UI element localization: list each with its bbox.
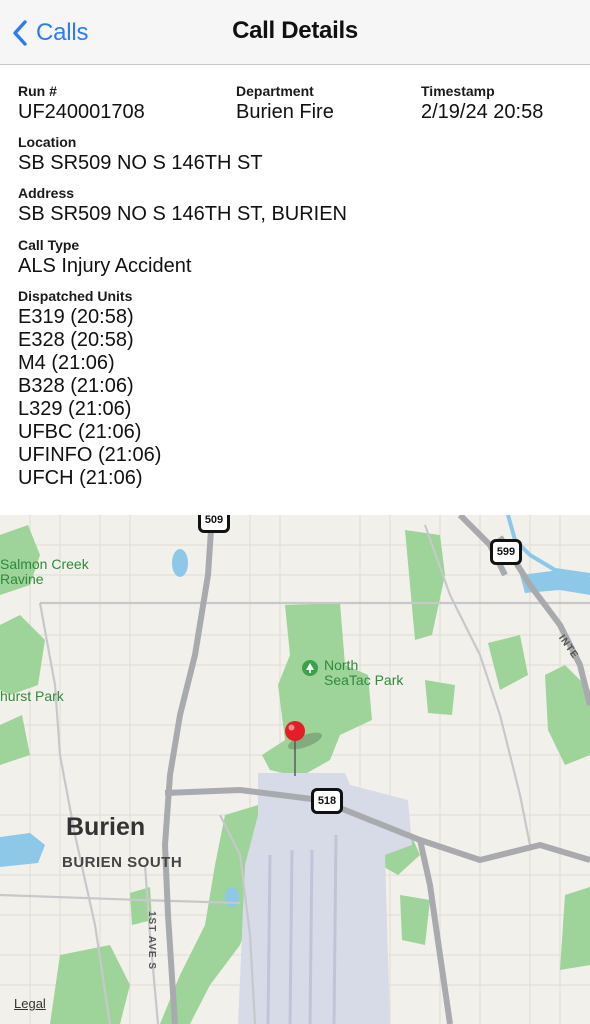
- map-label-north-seatac-park: North SeaTac Park: [324, 657, 404, 688]
- map-label-hurst-park: hurst Park: [0, 688, 64, 704]
- run-number-value: UF240001708: [18, 101, 145, 123]
- map-label-burien: Burien: [66, 813, 146, 841]
- run-number-label: Run #: [18, 83, 57, 99]
- department-label: Department: [236, 83, 314, 99]
- navigation-bar: Calls Call Details: [0, 0, 590, 65]
- map-label-1st-ave-s: 1ST AVE S: [146, 911, 157, 971]
- call-details-panel: Run # UF240001708 Department Burien Fire…: [0, 66, 590, 515]
- call-type-value: ALS Injury Accident: [18, 255, 192, 277]
- dispatched-unit: L329 (21:06): [18, 398, 132, 420]
- page-title: Call Details: [232, 17, 358, 44]
- call-type-label: Call Type: [18, 237, 80, 253]
- dispatched-unit: UFCH (21:06): [18, 467, 143, 489]
- location-value: SB SR509 NO S 146TH ST: [18, 152, 263, 174]
- dispatched-unit: UFINFO (21:06): [18, 444, 162, 466]
- timestamp-label: Timestamp: [421, 83, 495, 99]
- map-label-burien-south: BURIEN SOUTH: [62, 854, 183, 871]
- dispatched-unit: E328 (20:58): [18, 329, 134, 351]
- map-view[interactable]: 509 599 518 Salmon Creek Ravine hurst Pa…: [0, 515, 590, 1024]
- timestamp-field: Timestamp 2/19/24 20:58: [421, 83, 543, 124]
- route-shield-icon: 509: [198, 515, 230, 533]
- department-value: Burien Fire: [236, 101, 334, 123]
- legal-link[interactable]: Legal: [14, 996, 46, 1011]
- dispatched-units-label: Dispatched Units: [18, 288, 133, 304]
- timestamp-value: 2/19/24 20:58: [421, 101, 544, 123]
- dispatched-unit: B328 (21:06): [18, 375, 134, 397]
- dispatched-unit: E319 (20:58): [18, 306, 134, 328]
- address-label: Address: [18, 185, 75, 201]
- dispatched-unit: M4 (21:06): [18, 352, 115, 374]
- dispatched-units-field: Dispatched Units E319 (20:58) E328 (20:5…: [18, 288, 161, 490]
- address-field: Address SB SR509 NO S 146TH ST, BURIEN: [18, 185, 347, 226]
- run-number-field: Run # UF240001708: [18, 83, 145, 124]
- dispatched-unit: UFBC (21:06): [18, 421, 142, 443]
- location-field: Location SB SR509 NO S 146TH ST: [18, 134, 263, 175]
- department-field: Department Burien Fire: [236, 83, 334, 124]
- address-value: SB SR509 NO S 146TH ST, BURIEN: [18, 203, 348, 225]
- location-label: Location: [18, 134, 77, 150]
- call-type-field: Call Type ALS Injury Accident: [18, 237, 191, 278]
- route-shield-icon: 599: [490, 539, 522, 565]
- route-shield-icon: 518: [311, 788, 343, 814]
- map-label-salmon-creek-ravine: Salmon Creek Ravine: [0, 556, 89, 587]
